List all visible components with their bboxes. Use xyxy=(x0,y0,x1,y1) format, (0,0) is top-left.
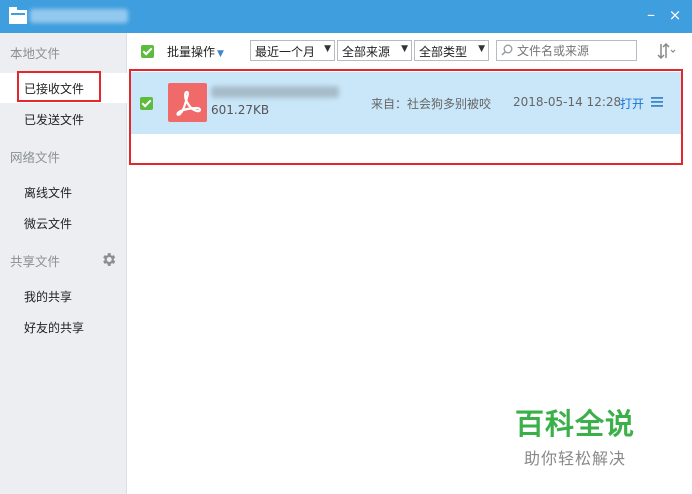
batch-operation-label: 批量操作 xyxy=(167,45,216,59)
sidebar: 本地文件 已接收文件 已发送文件 网络文件 离线文件 微云文件 共享文件 我的共… xyxy=(0,33,127,494)
chevron-down-icon: ▼ xyxy=(217,49,224,59)
dropdown-arrow-icon: ▼ xyxy=(324,44,331,54)
source-filter-value: 全部来源 xyxy=(342,45,391,59)
search-box[interactable] xyxy=(496,40,637,61)
sidebar-item-weiyun[interactable]: 微云文件 xyxy=(24,215,72,232)
watermark-subtitle: 助你轻松解决 xyxy=(524,449,627,468)
sidebar-highlight-box xyxy=(17,71,101,102)
search-icon xyxy=(501,44,513,56)
type-filter-value: 全部类型 xyxy=(419,45,468,59)
sidebar-section-local: 本地文件 xyxy=(10,46,61,61)
time-filter-value: 最近一个月 xyxy=(255,45,316,59)
file-highlight-frame xyxy=(129,69,683,165)
watermark: 百科全说 助你轻松解决 xyxy=(515,401,635,469)
sidebar-section-network: 网络文件 xyxy=(10,150,61,165)
app-logo-icon xyxy=(9,7,27,24)
title-bar: – × xyxy=(0,0,692,33)
dropdown-arrow-icon: ▼ xyxy=(478,44,485,54)
sidebar-item-my-share[interactable]: 我的共享 xyxy=(24,288,72,305)
window-title-blurred xyxy=(30,9,128,23)
sidebar-item-friends-share[interactable]: 好友的共享 xyxy=(24,319,84,336)
gear-icon[interactable] xyxy=(100,251,117,268)
sort-icon[interactable] xyxy=(653,42,677,60)
sidebar-item-offline[interactable]: 离线文件 xyxy=(24,184,72,201)
type-filter-select[interactable]: 全部类型 ▼ xyxy=(414,40,489,61)
close-button[interactable]: × xyxy=(664,4,686,26)
minimize-button[interactable]: – xyxy=(640,4,662,26)
dropdown-arrow-icon: ▼ xyxy=(401,44,408,54)
toolbar: 批量操作 ▼ 最近一个月 ▼ 全部来源 ▼ 全部类型 ▼ xyxy=(127,33,692,68)
sidebar-item-sent[interactable]: 已发送文件 xyxy=(24,111,84,128)
search-input[interactable] xyxy=(517,43,633,59)
batch-operation-button[interactable]: 批量操作 ▼ xyxy=(167,43,224,60)
source-filter-select[interactable]: 全部来源 ▼ xyxy=(337,40,412,61)
time-filter-select[interactable]: 最近一个月 ▼ xyxy=(250,40,335,61)
select-all-checkbox[interactable] xyxy=(141,45,154,58)
watermark-title: 百科全说 xyxy=(515,407,636,441)
sidebar-section-shared: 共享文件 xyxy=(10,254,61,269)
